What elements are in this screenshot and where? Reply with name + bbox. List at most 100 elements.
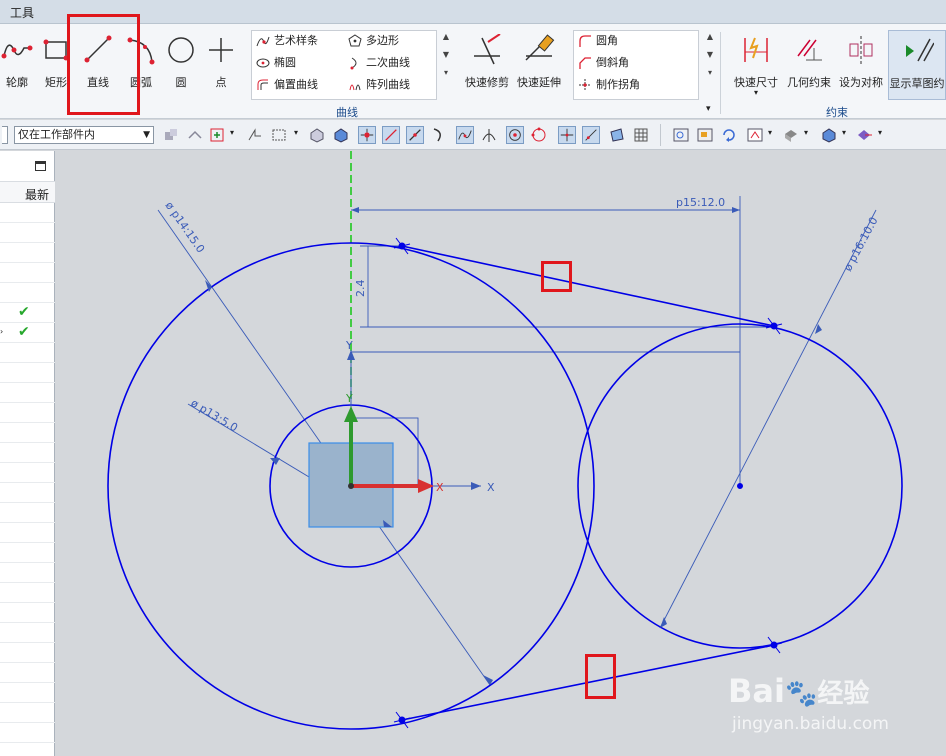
- selection-scope-dropdown[interactable]: 仅在工作部件内 ▼: [14, 126, 154, 144]
- snap-spline-icon[interactable]: [456, 126, 474, 144]
- list-item[interactable]: [0, 203, 55, 223]
- curve-item-studio-spline[interactable]: 艺术样条: [252, 30, 318, 52]
- curve-item-label: 偏置曲线: [274, 78, 318, 91]
- corner-gallery-scroll[interactable]: ▲ ▼ ▾: [703, 32, 717, 77]
- list-item[interactable]: [0, 723, 55, 743]
- list-item[interactable]: [0, 243, 55, 263]
- snap-point-on-curve-icon[interactable]: [582, 126, 600, 144]
- corner-item-make-corner[interactable]: 制作拐角: [574, 74, 640, 96]
- select-all-icon[interactable]: [208, 126, 226, 144]
- geometric-constraint-button[interactable]: 几何约束: [785, 30, 833, 100]
- snap-line-icon[interactable]: [406, 126, 424, 144]
- assembly-filter-icon[interactable]: [162, 126, 180, 144]
- snap-arc-center-icon[interactable]: [506, 126, 524, 144]
- list-item[interactable]: ✔: [0, 303, 55, 323]
- list-item[interactable]: ✔ ›: [0, 323, 55, 343]
- rapid-dimension-dropdown-icon[interactable]: ▾: [730, 88, 782, 97]
- profile-button[interactable]: 轮廓: [0, 30, 34, 100]
- rapid-dimension-icon: [744, 37, 768, 62]
- shaded-cube-icon[interactable]: [820, 126, 838, 144]
- chevron-down-icon[interactable]: ▾: [878, 128, 882, 137]
- curve-item-polygon[interactable]: 多边形: [344, 30, 410, 52]
- type-filter-edge[interactable]: [2, 126, 8, 144]
- snap-arrow-icon[interactable]: [246, 126, 264, 144]
- dimension-p14[interactable]: ø p14:15.0: [163, 199, 208, 255]
- corner-item-label: 圆角: [596, 34, 618, 47]
- orient-view-icon[interactable]: [746, 126, 764, 144]
- sketch-curves[interactable]: [107, 242, 903, 730]
- maximize-icon[interactable]: [35, 161, 46, 171]
- snap-face-icon[interactable]: [608, 126, 626, 144]
- make-symmetric-button[interactable]: 设为对称: [836, 30, 886, 100]
- list-item[interactable]: [0, 343, 55, 363]
- column-latest[interactable]: 最新: [25, 186, 49, 203]
- show-sketch-constraints-button[interactable]: 显示草图约: [888, 30, 946, 100]
- chevron-down-icon[interactable]: ▾: [230, 128, 234, 137]
- point-button[interactable]: 点: [204, 30, 238, 100]
- curve-item-conic[interactable]: 二次曲线: [344, 52, 410, 74]
- curve-item-pattern[interactable]: 阵列曲线: [344, 74, 410, 96]
- list-item[interactable]: [0, 223, 55, 243]
- list-item[interactable]: [0, 623, 55, 643]
- chevron-down-icon[interactable]: ▾: [842, 128, 846, 137]
- snap-end-point-icon[interactable]: [358, 126, 376, 144]
- filter-arrows-icon[interactable]: [186, 126, 204, 144]
- list-item[interactable]: [0, 523, 55, 543]
- corner-item-chamfer[interactable]: 倒斜角: [574, 52, 640, 74]
- curve-item-ellipse[interactable]: 椭圆: [252, 52, 318, 74]
- chevron-down-icon[interactable]: ▾: [804, 128, 808, 137]
- chevron-down-icon[interactable]: ▾: [294, 128, 298, 137]
- list-item[interactable]: [0, 583, 55, 603]
- graphics-window[interactable]: ø p14:15.0 ø p13:5.0 p15:12.0 ø p16:10.0…: [63, 151, 946, 756]
- zoom-window-icon[interactable]: [696, 126, 714, 144]
- corner-item-fillet[interactable]: 圆角: [574, 30, 640, 52]
- dimension-vertical[interactable]: 2.4: [354, 280, 367, 298]
- list-item[interactable]: [0, 483, 55, 503]
- visibility-icon[interactable]: [856, 126, 874, 144]
- list-item[interactable]: [0, 643, 55, 663]
- snap-intersection-icon[interactable]: [480, 126, 498, 144]
- list-item[interactable]: [0, 463, 55, 483]
- cube-outline-icon[interactable]: [308, 126, 326, 144]
- rectangle-select-icon[interactable]: [270, 126, 288, 144]
- curve-group-expand-icon[interactable]: ▾: [706, 104, 711, 114]
- list-item[interactable]: [0, 423, 55, 443]
- dimension-p13[interactable]: ø p13:5.0: [188, 396, 240, 434]
- list-item[interactable]: [0, 383, 55, 403]
- list-item[interactable]: [0, 603, 55, 623]
- grid-icon[interactable]: [632, 126, 650, 144]
- dimension-p16[interactable]: ø p16:10.0: [841, 215, 880, 274]
- list-item[interactable]: [0, 503, 55, 523]
- snap-existing-point-icon[interactable]: [558, 126, 576, 144]
- list-item[interactable]: [0, 563, 55, 583]
- rapid-dimension-button[interactable]: 快速尺寸 ▾: [730, 30, 782, 110]
- snap-quadrant-icon[interactable]: [530, 126, 548, 144]
- check-icon: ✔: [18, 324, 30, 340]
- list-item[interactable]: [0, 403, 55, 423]
- list-item[interactable]: [0, 263, 55, 283]
- upper-tangent-line[interactable]: [401, 245, 775, 327]
- list-item[interactable]: [0, 443, 55, 463]
- circle-button[interactable]: 圆: [164, 30, 198, 100]
- axis-y-label: Y: [345, 339, 353, 352]
- dimension-p15[interactable]: p15:12.0: [676, 196, 725, 209]
- list-item[interactable]: [0, 543, 55, 563]
- snap-arrow-line-icon[interactable]: [382, 126, 400, 144]
- rotate-icon[interactable]: [720, 126, 738, 144]
- curve-gallery-scroll[interactable]: ▲ ▼ ▾: [439, 32, 453, 77]
- curve-item-offset[interactable]: 偏置曲线: [252, 74, 318, 96]
- sketch-canvas[interactable]: ø p14:15.0 ø p13:5.0 p15:12.0 ø p16:10.0…: [63, 151, 946, 756]
- quick-trim-button[interactable]: 快速修剪: [463, 30, 511, 100]
- menu-tools[interactable]: 工具: [10, 4, 34, 21]
- cube-solid-icon[interactable]: [332, 126, 350, 144]
- list-item[interactable]: [0, 283, 55, 303]
- list-item[interactable]: [0, 663, 55, 683]
- snap-curve-icon[interactable]: [430, 126, 448, 144]
- chevron-down-icon[interactable]: ▾: [768, 128, 772, 137]
- list-item[interactable]: [0, 683, 55, 703]
- render-style-icon[interactable]: [782, 126, 800, 144]
- list-item[interactable]: [0, 363, 55, 383]
- list-item[interactable]: [0, 703, 55, 723]
- quick-extend-button[interactable]: 快速延伸: [515, 30, 563, 100]
- fit-view-icon[interactable]: [672, 126, 690, 144]
